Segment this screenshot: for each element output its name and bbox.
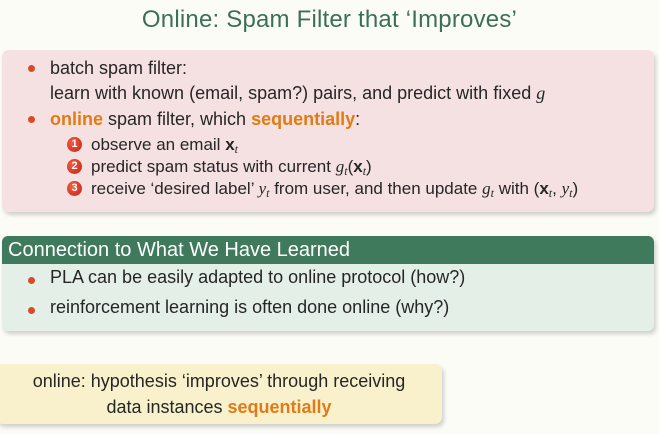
bullet-dot [28, 277, 35, 284]
email-x: x [225, 135, 235, 154]
step-3-mid: from user, and then update [269, 179, 483, 198]
online-filter-text: spam filter, which [103, 109, 252, 129]
paren-close: ) [366, 157, 372, 176]
step-2-label: predict spam status with current [91, 157, 336, 176]
summary-text: data instances [106, 397, 228, 417]
email-x: x [539, 179, 549, 198]
update-g: g [482, 179, 491, 198]
batch-filter-heading: batch spam filter: [50, 58, 188, 78]
connection-item-reinforcement: reinforcement learning is often done onl… [50, 297, 450, 317]
summary-line-1: online: hypothesis ‘improves’ through re… [32, 371, 406, 391]
step-3-post: with ( [493, 179, 540, 198]
step-number-3: 3 [67, 181, 82, 196]
step-number-1: 1 [67, 137, 82, 152]
bullet-dot [28, 116, 35, 123]
batch-filter-text: learn with known (email, spam?) pairs, a… [50, 83, 537, 103]
sequentially-keyword: sequentially [227, 397, 332, 417]
bullet-dot [28, 65, 35, 72]
slide-title: Online: Spam Filter that ‘Improves’ [141, 6, 518, 33]
label-y: y [561, 179, 570, 198]
connection-block: Connection to What We Have Learned PLA c… [2, 236, 654, 331]
colon: : [355, 109, 361, 129]
sequentially-keyword: sequentially [251, 109, 356, 129]
step-number-2: 2 [67, 159, 82, 174]
online-filter-heading: online spam filter, which sequentially: [50, 107, 360, 131]
batch-filter-description: learn with known (email, spam?) pairs, a… [50, 81, 545, 105]
step-3-label: receive ‘desired label’ [91, 179, 259, 198]
summary-block: online: hypothesis ‘improves’ through re… [0, 364, 442, 424]
paren-close: ) [572, 179, 579, 198]
online-keyword: online [50, 109, 103, 129]
step-3-text: receive ‘desired label’ yt from user, an… [91, 177, 578, 205]
connection-item-pla: PLA can be easily adapted to online prot… [50, 267, 466, 287]
label-y: y [258, 179, 267, 198]
bullet-dot [28, 307, 35, 314]
connection-header: Connection to What We Have Learned [2, 236, 654, 264]
step-1-label: observe an email [91, 135, 226, 154]
current-g: g [335, 157, 345, 176]
comma: , [552, 179, 562, 198]
summary-line-2: data instances sequentially [0, 394, 442, 420]
definition-block: batch spam filter: learn with known (ema… [2, 50, 654, 212]
email-x: x [353, 157, 363, 176]
subscript-t: t [234, 142, 238, 156]
hypothesis-g: g [536, 83, 546, 103]
